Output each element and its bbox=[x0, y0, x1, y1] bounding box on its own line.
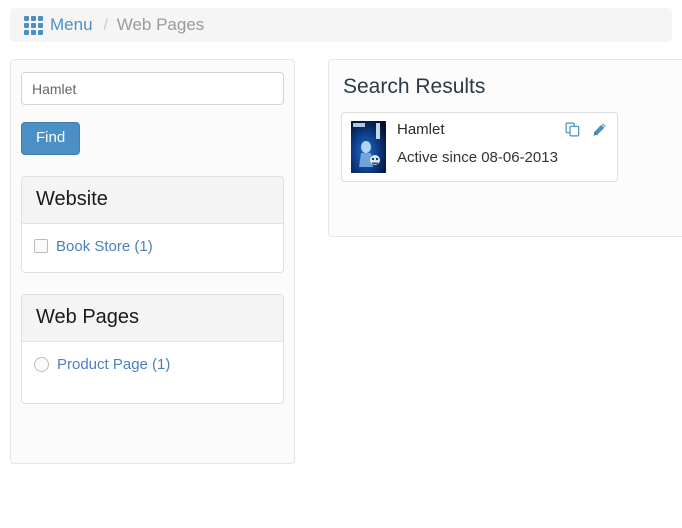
breadcrumb: Menu / Web Pages bbox=[10, 8, 672, 42]
facet-option-row: Book Store (1) bbox=[34, 235, 271, 257]
facet-option-row: Product Page (1) bbox=[34, 353, 271, 375]
facet-panel-website: Website Book Store (1) bbox=[21, 176, 284, 273]
facet-title-website: Website bbox=[22, 177, 283, 224]
search-results-title: Search Results bbox=[343, 75, 486, 98]
radio-product-page[interactable] bbox=[34, 356, 49, 372]
search-sidebar: Find Website Book Store (1) Web Pages Pr… bbox=[10, 59, 295, 464]
facet-link-product-page[interactable]: Product Page (1) bbox=[57, 356, 170, 373]
search-results-panel: Search Results Hamlet Active since 08-06… bbox=[328, 59, 682, 237]
result-title-row: Hamlet bbox=[397, 121, 607, 139]
result-card[interactable]: Hamlet Active since 08-06-2013 bbox=[341, 112, 618, 182]
find-button[interactable]: Find bbox=[21, 122, 81, 155]
edit-icon[interactable] bbox=[592, 122, 607, 137]
breadcrumb-separator: / bbox=[103, 16, 108, 34]
checkbox-book-store[interactable] bbox=[34, 239, 48, 253]
facet-panel-web-pages: Web Pages Product Page (1) bbox=[21, 294, 284, 404]
grid-menu-icon bbox=[24, 15, 43, 35]
menu-label: Menu bbox=[50, 15, 93, 34]
result-actions bbox=[565, 121, 607, 137]
hamlet-book-cover-thumbnail bbox=[351, 121, 386, 173]
menu-button[interactable]: Menu bbox=[24, 15, 93, 35]
result-body: Hamlet Active since 08-06-2013 bbox=[397, 121, 607, 167]
facet-link-book-store[interactable]: Book Store (1) bbox=[56, 238, 153, 255]
result-title: Hamlet bbox=[397, 121, 445, 138]
facet-title-web-pages: Web Pages bbox=[22, 295, 283, 342]
duplicate-icon[interactable] bbox=[565, 122, 580, 137]
search-input[interactable] bbox=[21, 72, 284, 105]
breadcrumb-current-page: Web Pages bbox=[116, 15, 205, 34]
facet-body-web-pages: Product Page (1) bbox=[22, 342, 283, 403]
facet-body-website: Book Store (1) bbox=[22, 224, 283, 272]
result-status: Active since 08-06-2013 bbox=[397, 149, 558, 166]
